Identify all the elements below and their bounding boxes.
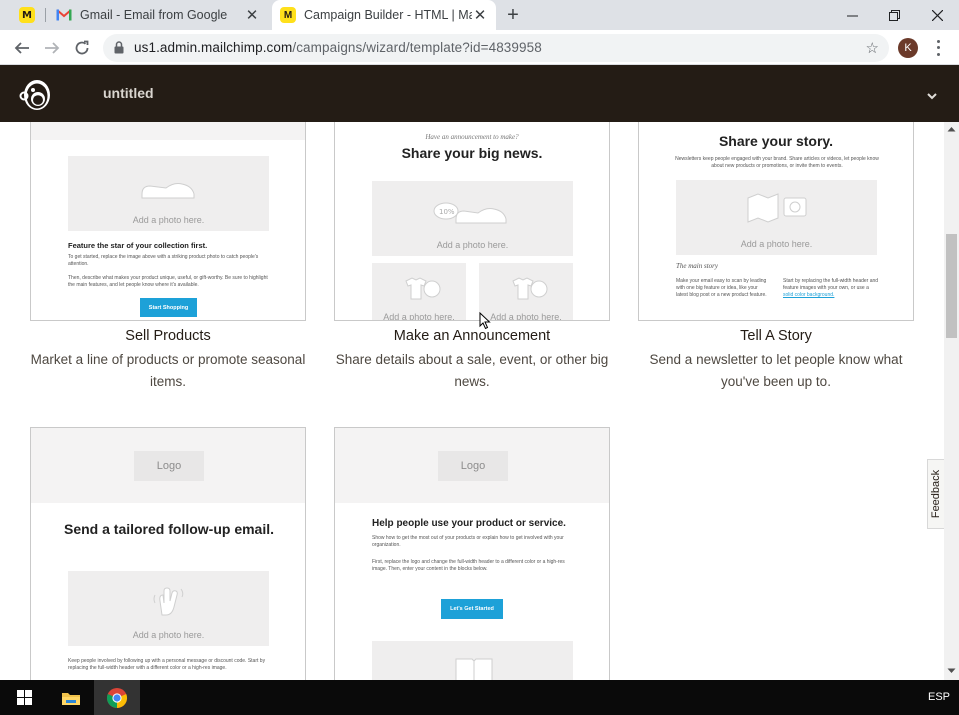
mailchimp-freddie-logo[interactable] xyxy=(19,76,55,112)
preview-subheading: The main story xyxy=(676,262,718,270)
preview-heading: Send a tailored follow-up email. xyxy=(63,521,275,537)
logo-placeholder: Logo xyxy=(438,451,508,481)
photo-caption: Add a photo here. xyxy=(436,240,509,250)
browser-tab-bar: M Gmail - Email from Google ✕ M Campaign… xyxy=(0,0,959,30)
template-title: Sell Products xyxy=(125,328,211,344)
bookmark-star-icon[interactable]: ☆ xyxy=(866,39,879,57)
lock-icon xyxy=(114,41,124,59)
preview-heading: Feature the star of your collection firs… xyxy=(68,241,208,250)
preview-body: Keep people involved by following up wit… xyxy=(68,658,266,671)
open-book-icon xyxy=(455,658,493,680)
shoe-sale-tag-icon: 10% xyxy=(433,202,507,224)
tab-title: Gmail - Email from Google xyxy=(80,8,228,22)
windows-start-icon[interactable] xyxy=(17,690,32,705)
photo-placeholder: Add a photo here. xyxy=(68,156,269,231)
restore-button[interactable] xyxy=(872,0,916,30)
back-button[interactable] xyxy=(10,36,34,60)
preview-body: Show how to get the most out of your pro… xyxy=(372,535,564,548)
close-window-button[interactable] xyxy=(915,0,959,30)
tshirt-sale-icon xyxy=(405,277,441,300)
photo-placeholder: Add a photo here. xyxy=(676,180,877,255)
template-card-tell-a-story[interactable]: Share your story. Newsletters keep peopl… xyxy=(638,122,914,321)
preview-body: First, replace the logo and change the f… xyxy=(372,559,565,572)
preview-intro: Newsletters keep people engaged with you… xyxy=(675,156,879,169)
header-band xyxy=(31,122,305,140)
preview-cta-button: Let's Get Started xyxy=(441,599,503,619)
photo-caption: Add a photo here. xyxy=(132,630,205,640)
tab-title: Campaign Builder - HTML | Mailchimp xyxy=(304,8,472,22)
preview-body: Then, describe what makes your product u… xyxy=(68,275,268,288)
close-tab-icon[interactable]: ✕ xyxy=(244,7,260,24)
feedback-tab[interactable]: Feedback xyxy=(927,459,944,529)
photo-caption: Add a photo here. xyxy=(490,312,562,321)
photo-placeholder-small: Add a photo here. xyxy=(372,263,466,321)
mailchimp-header: untitled xyxy=(0,65,959,122)
mailchimp-pinned-tab-icon[interactable]: M xyxy=(19,7,35,23)
photo-placeholder xyxy=(372,641,573,680)
url-path: /campaigns/wizard/template?id=4839958 xyxy=(292,40,542,55)
preview-column: Start by replacing the full-width header… xyxy=(783,278,879,291)
scrollbar-thumb[interactable] xyxy=(946,234,957,338)
template-description: Send a newsletter to let people know wha… xyxy=(649,352,903,389)
browser-toolbar: us1.admin.mailchimp.com/campaigns/wizard… xyxy=(0,30,959,65)
template-description: Share details about a sale, event, or ot… xyxy=(335,352,609,389)
photo-caption: Add a photo here. xyxy=(740,239,813,249)
template-description: Market a line of products or promote sea… xyxy=(30,352,306,389)
file-explorer-icon[interactable] xyxy=(48,680,94,715)
tab-campaign-builder[interactable]: M Campaign Builder - HTML | Mailchimp ✕ xyxy=(272,0,496,30)
template-gallery: Add a photo here. Feature the star of yo… xyxy=(0,122,944,680)
page-scrollbar[interactable] xyxy=(944,122,959,680)
tab-gmail[interactable]: Gmail - Email from Google ✕ xyxy=(48,0,268,30)
preview-kicker: Have an announcement to make? xyxy=(425,133,519,141)
reload-button[interactable] xyxy=(70,36,94,60)
forward-button[interactable] xyxy=(40,36,64,60)
profile-avatar[interactable]: K xyxy=(898,38,918,58)
map-and-camera-icon xyxy=(747,193,807,223)
template-card-follow-up[interactable]: Logo Send a tailored follow-up email. Ad… xyxy=(30,427,306,680)
svg-text:10%: 10% xyxy=(439,208,455,216)
chrome-taskbar-icon[interactable] xyxy=(94,680,140,715)
scroll-up-arrow-icon[interactable] xyxy=(947,126,956,132)
new-tab-button[interactable]: + xyxy=(503,4,523,26)
template-card-make-an-announcement[interactable]: Have an announcement to make? Share your… xyxy=(334,122,610,321)
feedback-label: Feedback xyxy=(930,469,942,519)
chrome-menu-icon[interactable] xyxy=(933,38,943,58)
input-language-indicator[interactable]: ESP xyxy=(928,691,950,703)
address-bar[interactable]: us1.admin.mailchimp.com/campaigns/wizard… xyxy=(103,34,889,62)
mailchimp-icon: M xyxy=(280,7,296,23)
tshirt-sale-icon xyxy=(512,277,548,300)
campaign-name[interactable]: untitled xyxy=(103,85,154,101)
shoe-icon xyxy=(141,183,195,199)
url-text: us1.admin.mailchimp.com/campaigns/wizard… xyxy=(134,40,542,55)
photo-caption: Add a photo here. xyxy=(383,312,455,321)
preview-heading: Share your story. xyxy=(718,133,834,149)
preview-heading: Help people use your product or service. xyxy=(372,518,566,529)
gmail-icon xyxy=(56,7,72,23)
preview-link: solid color background. xyxy=(783,292,835,298)
template-card-sell-products[interactable]: Add a photo here. Feature the star of yo… xyxy=(30,122,306,321)
tab-separator xyxy=(45,8,46,22)
close-tab-icon[interactable]: ✕ xyxy=(472,7,488,24)
preview-column: Make your email easy to scan by leading … xyxy=(676,278,767,298)
preview-body: To get started, replace the image above … xyxy=(68,254,259,267)
photo-placeholder: Add a photo here. xyxy=(68,571,269,646)
chevron-down-icon[interactable] xyxy=(926,87,938,105)
windows-taskbar: ESP xyxy=(0,680,959,715)
waving-hand-icon xyxy=(153,587,184,616)
mouse-cursor-icon xyxy=(479,312,491,330)
template-card-product-help[interactable]: Logo Help people use your product or ser… xyxy=(334,427,610,680)
template-title: Make an Announcement xyxy=(393,328,551,344)
minimize-button[interactable] xyxy=(830,0,874,30)
photo-placeholder-small: Add a photo here. xyxy=(479,263,573,321)
scroll-down-arrow-icon[interactable] xyxy=(947,668,956,674)
template-title: Tell A Story xyxy=(740,328,812,344)
photo-caption: Add a photo here. xyxy=(132,215,205,225)
preview-heading: Share your big news. xyxy=(401,145,543,161)
preview-cta-button: Start Shopping xyxy=(140,298,197,317)
photo-placeholder: 10% Add a photo here. xyxy=(372,181,573,256)
logo-placeholder: Logo xyxy=(134,451,204,481)
url-host: us1.admin.mailchimp.com xyxy=(134,40,293,55)
